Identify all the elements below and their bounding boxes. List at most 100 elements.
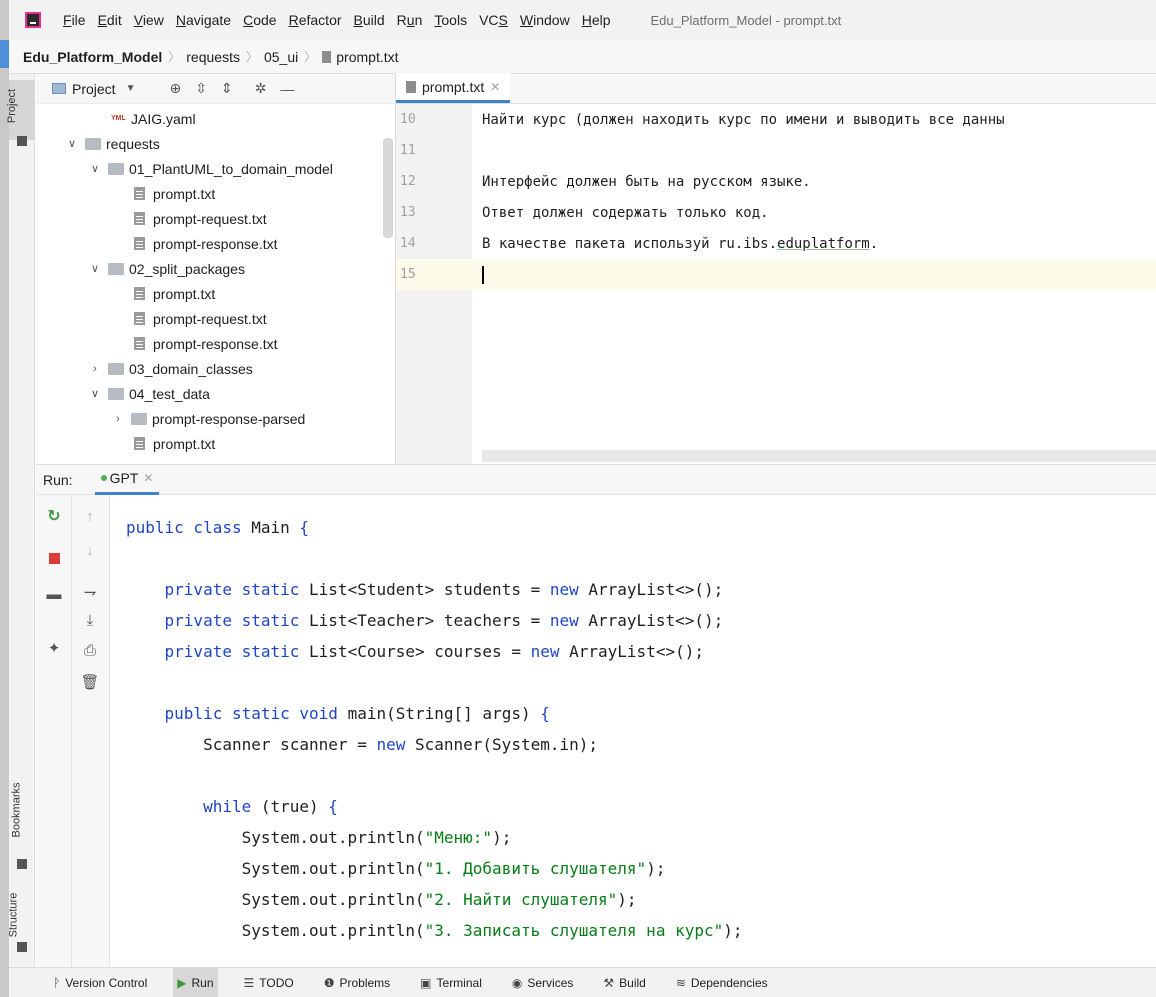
collapse-all-icon[interactable]: ⇕ — [221, 80, 233, 97]
tree-file-item[interactable]: prompt-response.txt — [36, 231, 395, 256]
structure-icon — [17, 942, 27, 952]
hide-icon[interactable]: — — [280, 81, 294, 97]
tree-item-label: prompt-response-parsed — [152, 410, 306, 427]
tree-file-item[interactable]: YML JAIG.yaml — [36, 106, 395, 131]
rerun-button[interactable]: ↻ — [36, 501, 72, 531]
tree-folder-item[interactable]: › 03_domain_classes — [36, 356, 395, 381]
scroll-down-button[interactable]: ↓ — [72, 535, 108, 565]
menu-label-part: uild — [362, 12, 385, 28]
print-button[interactable]: ⎙ — [72, 635, 108, 665]
menu-run[interactable]: Run — [397, 12, 423, 28]
tool-window-terminal[interactable]: ▣ Terminal — [416, 968, 486, 997]
tree-folder-item[interactable]: ∨ 02_split_packages — [36, 256, 395, 281]
tool-window-version-control[interactable]: ᚹ Version Control — [49, 968, 151, 997]
pin-button[interactable]: ✦ — [36, 633, 72, 663]
console-token: List<Teacher> teachers = — [309, 611, 550, 630]
tree-file-item[interactable]: prompt.txt — [36, 181, 395, 206]
close-icon[interactable]: ✕ — [143, 471, 153, 485]
line-number-gutter: 10 11 12 13 14 15 — [396, 104, 472, 464]
menu-label-part: C — [243, 12, 254, 28]
bookmarks-tool-label: Bookmarks — [10, 782, 23, 838]
tool-window-services[interactable]: ◉ Services — [508, 968, 578, 997]
menu-label-part: efactor — [298, 12, 342, 28]
chevron-down-icon[interactable]: ▼ — [126, 83, 136, 94]
breadcrumb-item-05-ui[interactable]: 05_ui — [264, 49, 298, 65]
menu-code[interactable]: Code — [243, 12, 276, 28]
console-line: private static List<Student> students = … — [126, 574, 1156, 605]
close-icon[interactable]: ✕ — [490, 80, 500, 94]
text-caret — [482, 265, 484, 284]
tree-file-item[interactable]: prompt-request.txt — [36, 306, 395, 331]
tree-folder-item[interactable]: ∨ 04_test_data — [36, 381, 395, 406]
chevron-down-icon[interactable]: ∨ — [88, 162, 102, 175]
chevron-down-icon[interactable]: ∨ — [65, 137, 79, 150]
tool-window-bar: ᚹ Version Control ▶ Run ☰ TODO ❶ Problems ▣ Termi… — [9, 967, 1156, 997]
stop-button[interactable] — [36, 543, 72, 573]
editor-tab-prompt[interactable]: prompt.txt ✕ — [396, 73, 511, 103]
layout-button[interactable]: ▬ — [36, 579, 72, 609]
menu-window[interactable]: Window — [520, 12, 570, 28]
menu-build[interactable]: Build — [354, 12, 385, 28]
menu-label-part: W — [519, 12, 534, 28]
menu-label-part: N — [175, 12, 186, 28]
layout-icon: ▬ — [46, 585, 62, 603]
menu-label-part: R — [396, 12, 407, 28]
soft-wrap-button[interactable]: ⇁ — [72, 577, 108, 607]
chevron-down-icon[interactable]: ∨ — [88, 262, 102, 275]
yaml-file-icon: YML — [111, 115, 126, 122]
expand-all-icon[interactable]: ⇳ — [195, 80, 207, 97]
breadcrumb-project[interactable]: Edu_Platform_Model — [23, 49, 162, 65]
tree-item-label: 04_test_data — [129, 385, 210, 402]
clear-button[interactable]: 🗑 — [72, 667, 108, 697]
tree-file-item[interactable]: prompt-request.txt — [36, 206, 395, 231]
tool-window-run[interactable]: ▶ Run — [173, 967, 218, 997]
project-view-selector[interactable]: Project — [72, 81, 116, 97]
tool-window-todo[interactable]: ☰ TODO — [240, 968, 298, 997]
menu-view[interactable]: View — [134, 12, 164, 28]
left-tool-stripe: Project Bookmarks Structure — [6, 74, 35, 967]
breadcrumb-item-requests[interactable]: requests — [186, 49, 240, 65]
tool-window-build[interactable]: ⚒ Build — [599, 968, 649, 997]
locate-icon[interactable]: ⊕ — [169, 80, 181, 97]
intellij-app-icon[interactable] — [25, 12, 41, 28]
tree-file-item[interactable]: prompt-response.txt — [36, 331, 395, 356]
hammer-icon: ⚒ — [603, 975, 615, 990]
chevron-right-icon[interactable]: › — [88, 363, 102, 375]
tree-item-label: 01_PlantUML_to_domain_model — [129, 160, 333, 177]
editor-horizontal-scrollbar[interactable] — [482, 450, 1156, 462]
menu-edit[interactable]: Edit — [98, 12, 122, 28]
breadcrumb-item-file[interactable]: prompt.txt — [336, 49, 398, 65]
run-tab-gpt[interactable]: GPT ✕ — [94, 464, 160, 495]
menu-label-part: E — [97, 12, 107, 28]
chevron-down-icon[interactable]: ∨ — [88, 387, 102, 400]
project-scrollbar[interactable] — [383, 138, 393, 238]
console-token: System.out.println( — [126, 828, 425, 847]
menu-refactor[interactable]: Refactor — [289, 12, 342, 28]
project-tool-button[interactable]: Project — [6, 80, 35, 140]
branch-icon: ᚹ — [53, 975, 61, 990]
tree-folder-item[interactable]: ∨ 01_PlantUML_to_domain_model — [36, 156, 395, 181]
tool-window-problems[interactable]: ❶ Problems — [320, 968, 394, 997]
run-console-output[interactable]: public class Main { private static List<… — [110, 495, 1156, 967]
console-token: public static void — [126, 704, 348, 723]
scroll-to-end-button[interactable]: ⤓ — [72, 605, 108, 635]
menu-tools[interactable]: Tools — [434, 12, 467, 28]
bookmarks-tool-button[interactable]: Bookmarks — [9, 774, 35, 854]
tree-file-item[interactable]: prompt.txt — [36, 431, 395, 456]
gear-icon[interactable]: ✲ — [255, 80, 267, 97]
chevron-right-icon[interactable]: › — [111, 413, 125, 425]
tree-folder-item[interactable]: ∨ requests — [36, 131, 395, 156]
run-toolbar-secondary: ↑ ↓ ⇁ ⤓ ⎙ 🗑 — [72, 495, 110, 967]
folder-icon — [108, 162, 124, 175]
tree-folder-item[interactable]: › prompt-response-parsed — [36, 406, 395, 431]
menu-vcs[interactable]: VCS — [479, 12, 508, 28]
menu-navigate[interactable]: Navigate — [176, 12, 231, 28]
menu-help[interactable]: Help — [582, 12, 611, 28]
editor-text-area[interactable]: Найти курс (должен находить курс по имен… — [472, 104, 1156, 464]
menu-file[interactable]: File — [63, 12, 86, 28]
scroll-up-button[interactable]: ↑ — [72, 501, 108, 531]
console-token: List<Student> students = — [309, 580, 550, 599]
breadcrumb-separator-icon: 〉 — [245, 50, 258, 64]
tree-file-item[interactable]: prompt.txt — [36, 281, 395, 306]
tool-window-dependencies[interactable]: ≋ Dependencies — [672, 968, 772, 997]
